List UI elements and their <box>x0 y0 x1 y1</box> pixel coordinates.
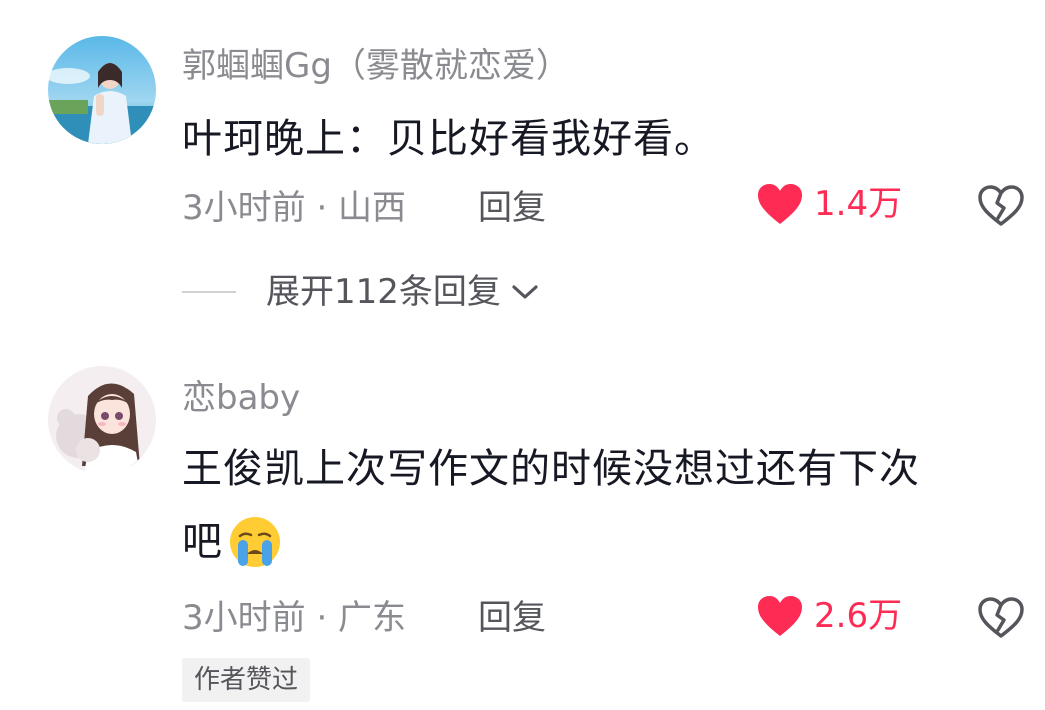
comment-text: 叶珂晚上：贝比好看我好看。 <box>182 116 715 162</box>
crying-emoji <box>230 517 280 567</box>
avatar[interactable] <box>48 36 156 144</box>
comment-text-line-2: 吧 <box>182 514 283 570</box>
broken-heart-icon <box>978 597 1024 638</box>
username[interactable]: 郭蝈蝈Gg（雾散就恋爱） <box>182 46 570 86</box>
avatar-image <box>48 36 156 144</box>
comment-text: 王俊凯上次写作文的时候没想过还有下次 <box>182 446 920 492</box>
dislike-button[interactable] <box>976 184 1026 232</box>
like-count: 1.4万 <box>814 184 903 224</box>
avatar[interactable] <box>48 366 156 474</box>
author-liked-badge: 作者赞过 <box>182 658 311 702</box>
dislike-button[interactable] <box>976 596 1026 644</box>
expand-replies[interactable]: 展开112条回复 <box>182 272 539 312</box>
chevron-down-icon <box>512 285 538 299</box>
reply-button[interactable]: 回复 <box>478 598 546 638</box>
avatar-image <box>48 366 156 474</box>
comment-meta: 3小时前 · 广东 <box>182 598 407 638</box>
like-button[interactable]: 2.6万 <box>756 594 902 638</box>
like-count: 2.6万 <box>814 596 903 636</box>
heart-icon <box>758 596 802 636</box>
reply-button[interactable]: 回复 <box>478 188 546 228</box>
divider-line <box>182 291 236 293</box>
expand-replies-label: 展开112条回复 <box>266 272 501 312</box>
comment-text: 吧 <box>182 519 223 565</box>
like-button[interactable]: 1.4万 <box>756 182 902 226</box>
comment-meta: 3小时前 · 山西 <box>182 188 407 228</box>
username[interactable]: 恋baby <box>182 378 300 418</box>
heart-icon <box>758 184 802 224</box>
broken-heart-icon <box>978 185 1024 226</box>
